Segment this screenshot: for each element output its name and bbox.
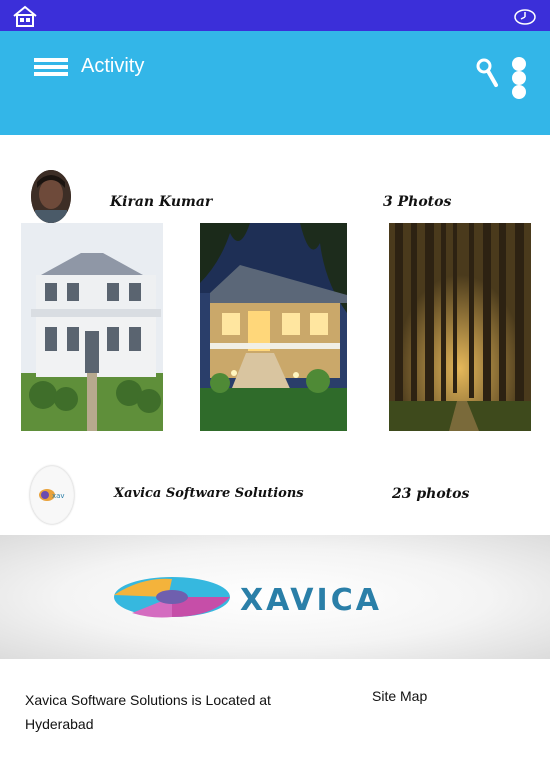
avatar[interactable]: xav — [30, 466, 74, 524]
more-vertical-icon[interactable] — [512, 57, 526, 99]
xavica-banner[interactable]: XAVICA — [0, 535, 550, 659]
colonial-house-photo[interactable] — [21, 223, 163, 431]
search-icon[interactable] — [475, 57, 499, 89]
avatar[interactable] — [31, 170, 71, 223]
clock-icon — [514, 9, 536, 25]
home-icon — [13, 5, 37, 27]
menu-icon[interactable] — [34, 58, 68, 76]
svg-text:xav: xav — [52, 492, 65, 500]
status-bar — [0, 0, 550, 31]
xavica-logo: XAVICA — [114, 577, 382, 618]
logo-text: XAVICA — [240, 583, 382, 618]
poster-name[interactable]: Kiran Kumar — [110, 194, 212, 210]
site-map-link[interactable]: Site Map — [372, 688, 427, 704]
lit-cottage-photo[interactable] — [200, 223, 347, 431]
footer-location-text: Xavica Software Solutions is Located at … — [25, 692, 271, 732]
app-bar — [0, 31, 550, 135]
poster-name[interactable]: Xavica Software Solutions — [114, 486, 304, 501]
page-title: Activity — [81, 55, 145, 77]
photo-count[interactable]: 23 photos — [392, 486, 469, 502]
logo-wordmark: XAVICA — [240, 583, 382, 618]
forest-photo[interactable] — [389, 223, 531, 431]
photo-count[interactable]: 3 Photos — [383, 194, 451, 210]
